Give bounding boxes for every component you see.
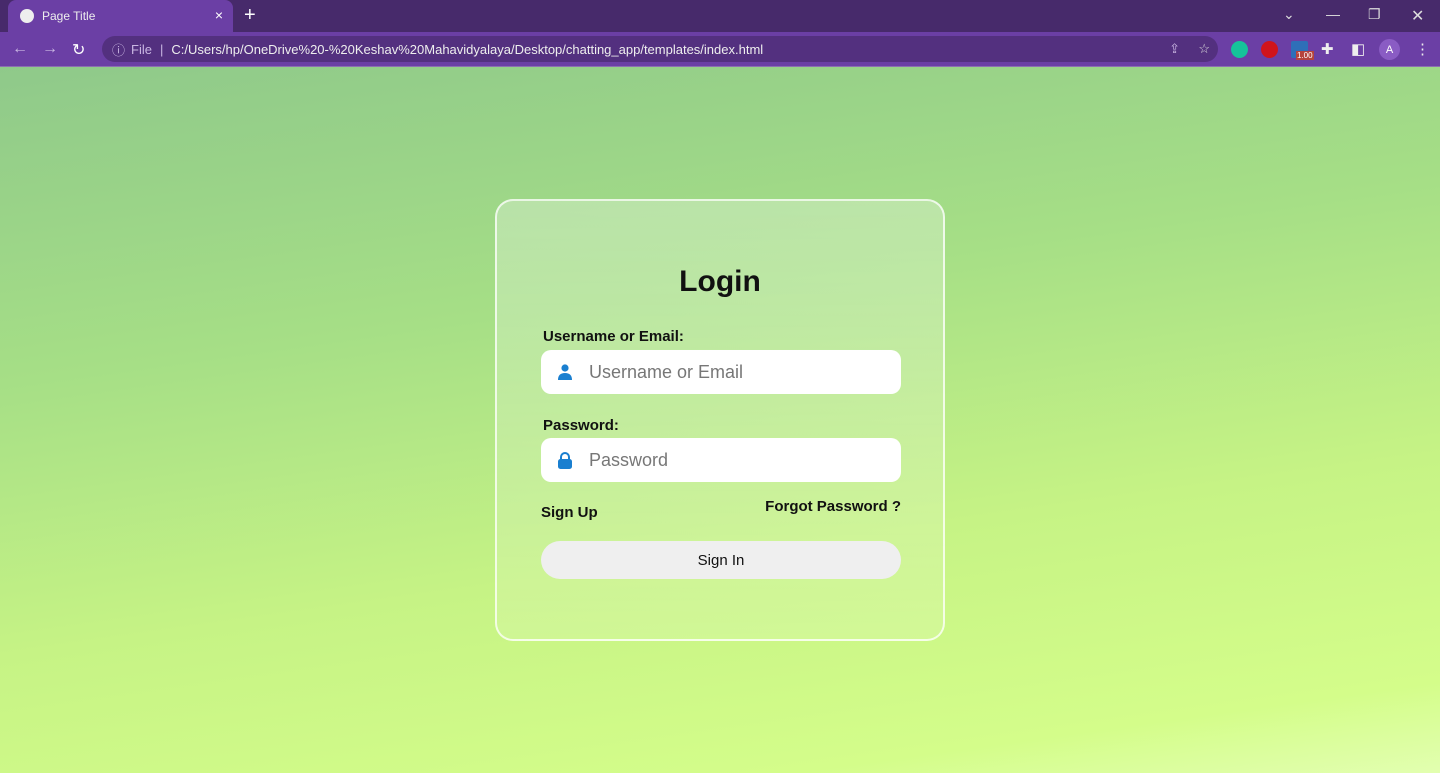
forward-icon[interactable]: → (42, 40, 58, 58)
bookmark-star-icon[interactable]: ☆ (1198, 41, 1210, 57)
reload-icon[interactable]: ↻ (72, 40, 85, 60)
page-background: Login Username or Email: Password: Sign … (0, 67, 1440, 773)
forgot-password-link[interactable]: Forgot Password ? (765, 498, 901, 515)
login-title: Login (679, 265, 761, 298)
tab-title: Page Title (42, 9, 96, 23)
browser-toolbar: ← → ↻ ⓘ File | C:/Users/hp/OneDrive%20-%… (0, 32, 1440, 67)
tab-strip: Page Title × + ⌄ — ❐ ✕ (0, 0, 1440, 32)
block-extension-icon[interactable] (1261, 41, 1278, 58)
profile-avatar[interactable]: A (1379, 39, 1400, 60)
restore-icon[interactable]: ❐ (1368, 6, 1381, 23)
close-tab-icon[interactable]: × (215, 7, 223, 23)
info-icon: ⓘ (112, 42, 126, 58)
sign-up-link[interactable]: Sign Up (541, 504, 598, 521)
username-field[interactable] (541, 350, 901, 394)
address-bar[interactable]: ⓘ File | C:/Users/hp/OneDrive%20-%20Kesh… (102, 36, 1218, 62)
username-label: Username or Email: (543, 328, 684, 345)
password-label: Password: (543, 417, 619, 434)
menu-kebab-icon[interactable]: ⋮ (1415, 40, 1430, 58)
password-field[interactable] (541, 438, 901, 482)
lock-icon (541, 451, 589, 469)
user-icon (541, 364, 589, 380)
minimize-icon[interactable]: — (1326, 6, 1340, 22)
address-prefix: File (131, 41, 152, 57)
extension-badge: 1.00 (1296, 51, 1314, 60)
tab-search-icon[interactable]: ⌄ (1283, 6, 1295, 23)
close-window-icon[interactable]: ✕ (1411, 6, 1424, 26)
username-input[interactable] (589, 361, 879, 383)
share-icon[interactable]: ⇪ (1169, 41, 1180, 57)
login-card: Login Username or Email: Password: Sign … (495, 199, 945, 641)
browser-tab[interactable]: Page Title × (8, 0, 233, 32)
new-tab-button[interactable]: + (244, 4, 256, 27)
extensions-puzzle-icon[interactable]: ✚ (1321, 40, 1334, 58)
globe-icon (20, 9, 34, 23)
grammarly-extension-icon[interactable] (1231, 41, 1248, 58)
back-icon[interactable]: ← (12, 40, 28, 58)
divider: | (159, 41, 164, 57)
url-text[interactable]: C:/Users/hp/OneDrive%20-%20Keshav%20Maha… (171, 42, 763, 57)
password-input[interactable] (589, 449, 879, 471)
side-panel-icon[interactable]: ◧ (1351, 40, 1365, 58)
sign-in-button[interactable]: Sign In (541, 541, 901, 579)
